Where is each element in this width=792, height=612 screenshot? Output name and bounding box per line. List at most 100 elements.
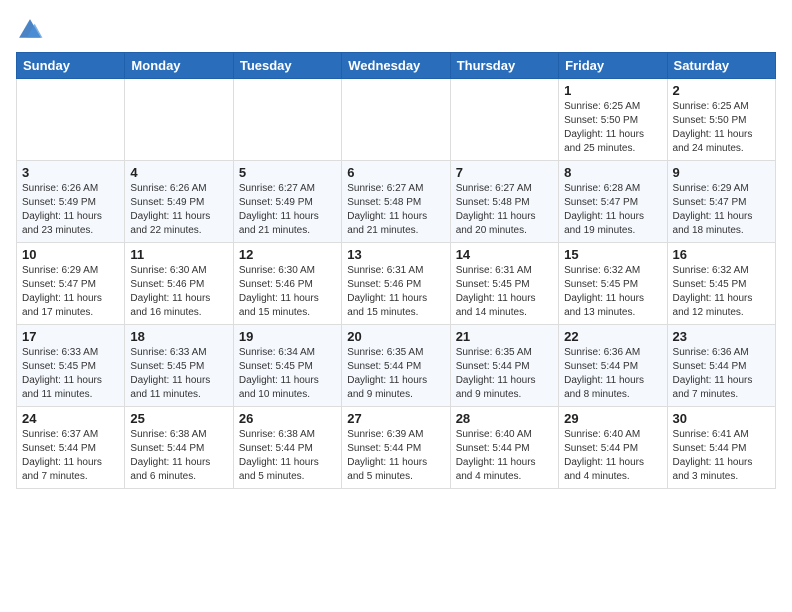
day-cell: 28 Sunrise: 6:40 AM Sunset: 5:44 PM Dayli… bbox=[450, 407, 558, 489]
day-info: Sunrise: 6:27 AM Sunset: 5:49 PM Dayligh… bbox=[239, 182, 336, 238]
day-cell: 3Sunrise: 6:26 AM Sunset: 5:49 PM Daylig… bbox=[17, 161, 125, 243]
day-info: Sunrise: 6:30 AM Sunset: 5:46 PM Dayligh… bbox=[130, 264, 227, 320]
day-number: 1 bbox=[564, 83, 661, 98]
week-row-3: 10 Sunrise: 6:29 AM Sunset: 5:47 PM Dayli… bbox=[17, 243, 776, 325]
day-cell: 5 Sunrise: 6:27 AM Sunset: 5:49 PM Daylig… bbox=[233, 161, 341, 243]
day-info: Sunrise: 6:28 AM Sunset: 5:47 PM Dayligh… bbox=[564, 182, 661, 238]
calendar: SundayMondayTuesdayWednesdayThursdayFrid… bbox=[16, 52, 776, 489]
day-cell: 8 Sunrise: 6:28 AM Sunset: 5:47 PM Daylig… bbox=[559, 161, 667, 243]
day-cell bbox=[342, 79, 450, 161]
day-number: 30 bbox=[673, 411, 770, 426]
day-info: Sunrise: 6:29 AM Sunset: 5:47 PM Dayligh… bbox=[673, 182, 770, 238]
day-number: 9 bbox=[673, 165, 770, 180]
day-cell: 7Sunrise: 6:27 AM Sunset: 5:48 PM Daylig… bbox=[450, 161, 558, 243]
day-number: 11 bbox=[130, 247, 227, 262]
day-cell: 30 Sunrise: 6:41 AM Sunset: 5:44 PM Dayli… bbox=[667, 407, 775, 489]
page: SundayMondayTuesdayWednesdayThursdayFrid… bbox=[0, 0, 792, 501]
day-info: Sunrise: 6:27 AM Sunset: 5:48 PM Dayligh… bbox=[456, 182, 553, 238]
day-info: Sunrise: 6:38 AM Sunset: 5:44 PM Dayligh… bbox=[239, 428, 336, 484]
day-cell: 4 Sunrise: 6:26 AM Sunset: 5:49 PM Daylig… bbox=[125, 161, 233, 243]
day-of-week-wednesday: Wednesday bbox=[342, 53, 450, 79]
day-info: Sunrise: 6:40 AM Sunset: 5:44 PM Dayligh… bbox=[564, 428, 661, 484]
day-cell: 26 Sunrise: 6:38 AM Sunset: 5:44 PM Dayli… bbox=[233, 407, 341, 489]
day-info: Sunrise: 6:27 AM Sunset: 5:48 PM Dayligh… bbox=[347, 182, 444, 238]
day-info: Sunrise: 6:26 AM Sunset: 5:49 PM Dayligh… bbox=[22, 182, 119, 238]
day-number: 5 bbox=[239, 165, 336, 180]
day-number: 28 bbox=[456, 411, 553, 426]
day-of-week-friday: Friday bbox=[559, 53, 667, 79]
day-info: Sunrise: 6:26 AM Sunset: 5:49 PM Dayligh… bbox=[130, 182, 227, 238]
day-of-week-tuesday: Tuesday bbox=[233, 53, 341, 79]
day-of-week-monday: Monday bbox=[125, 53, 233, 79]
day-cell bbox=[17, 79, 125, 161]
day-info: Sunrise: 6:34 AM Sunset: 5:45 PM Dayligh… bbox=[239, 346, 336, 402]
day-info: Sunrise: 6:32 AM Sunset: 5:45 PM Dayligh… bbox=[564, 264, 661, 320]
day-info: Sunrise: 6:37 AM Sunset: 5:44 PM Dayligh… bbox=[22, 428, 119, 484]
day-number: 26 bbox=[239, 411, 336, 426]
day-info: Sunrise: 6:25 AM Sunset: 5:50 PM Dayligh… bbox=[673, 100, 770, 156]
day-number: 27 bbox=[347, 411, 444, 426]
day-cell: 15 Sunrise: 6:32 AM Sunset: 5:45 PM Dayli… bbox=[559, 243, 667, 325]
day-info: Sunrise: 6:32 AM Sunset: 5:45 PM Dayligh… bbox=[673, 264, 770, 320]
day-number: 21 bbox=[456, 329, 553, 344]
day-number: 8 bbox=[564, 165, 661, 180]
day-number: 22 bbox=[564, 329, 661, 344]
logo bbox=[16, 16, 48, 44]
header-row: SundayMondayTuesdayWednesdayThursdayFrid… bbox=[17, 53, 776, 79]
day-number: 20 bbox=[347, 329, 444, 344]
day-cell: 11 Sunrise: 6:30 AM Sunset: 5:46 PM Dayli… bbox=[125, 243, 233, 325]
header bbox=[16, 16, 776, 44]
day-cell bbox=[450, 79, 558, 161]
week-row-2: 3Sunrise: 6:26 AM Sunset: 5:49 PM Daylig… bbox=[17, 161, 776, 243]
day-info: Sunrise: 6:40 AM Sunset: 5:44 PM Dayligh… bbox=[456, 428, 553, 484]
day-info: Sunrise: 6:35 AM Sunset: 5:44 PM Dayligh… bbox=[456, 346, 553, 402]
day-number: 25 bbox=[130, 411, 227, 426]
logo-icon bbox=[16, 16, 44, 44]
day-of-week-sunday: Sunday bbox=[17, 53, 125, 79]
day-number: 23 bbox=[673, 329, 770, 344]
day-info: Sunrise: 6:36 AM Sunset: 5:44 PM Dayligh… bbox=[673, 346, 770, 402]
day-number: 19 bbox=[239, 329, 336, 344]
day-cell: 6 Sunrise: 6:27 AM Sunset: 5:48 PM Daylig… bbox=[342, 161, 450, 243]
week-row-4: 17Sunrise: 6:33 AM Sunset: 5:45 PM Dayli… bbox=[17, 325, 776, 407]
week-row-5: 24 Sunrise: 6:37 AM Sunset: 5:44 PM Dayli… bbox=[17, 407, 776, 489]
day-cell: 19 Sunrise: 6:34 AM Sunset: 5:45 PM Dayli… bbox=[233, 325, 341, 407]
day-number: 10 bbox=[22, 247, 119, 262]
day-info: Sunrise: 6:29 AM Sunset: 5:47 PM Dayligh… bbox=[22, 264, 119, 320]
day-cell: 20 Sunrise: 6:35 AM Sunset: 5:44 PM Dayli… bbox=[342, 325, 450, 407]
day-info: Sunrise: 6:38 AM Sunset: 5:44 PM Dayligh… bbox=[130, 428, 227, 484]
day-info: Sunrise: 6:25 AM Sunset: 5:50 PM Dayligh… bbox=[564, 100, 661, 156]
day-cell: 9 Sunrise: 6:29 AM Sunset: 5:47 PM Daylig… bbox=[667, 161, 775, 243]
day-number: 6 bbox=[347, 165, 444, 180]
day-info: Sunrise: 6:39 AM Sunset: 5:44 PM Dayligh… bbox=[347, 428, 444, 484]
day-cell: 21 Sunrise: 6:35 AM Sunset: 5:44 PM Dayli… bbox=[450, 325, 558, 407]
week-row-1: 1 Sunrise: 6:25 AM Sunset: 5:50 PM Daylig… bbox=[17, 79, 776, 161]
day-cell: 23 Sunrise: 6:36 AM Sunset: 5:44 PM Dayli… bbox=[667, 325, 775, 407]
day-cell: 22Sunrise: 6:36 AM Sunset: 5:44 PM Dayli… bbox=[559, 325, 667, 407]
day-of-week-saturday: Saturday bbox=[667, 53, 775, 79]
day-of-week-thursday: Thursday bbox=[450, 53, 558, 79]
day-cell: 2 Sunrise: 6:25 AM Sunset: 5:50 PM Daylig… bbox=[667, 79, 775, 161]
day-number: 15 bbox=[564, 247, 661, 262]
day-number: 18 bbox=[130, 329, 227, 344]
calendar-header: SundayMondayTuesdayWednesdayThursdayFrid… bbox=[17, 53, 776, 79]
day-number: 2 bbox=[673, 83, 770, 98]
day-number: 24 bbox=[22, 411, 119, 426]
day-cell: 27 Sunrise: 6:39 AM Sunset: 5:44 PM Dayli… bbox=[342, 407, 450, 489]
day-number: 16 bbox=[673, 247, 770, 262]
day-cell bbox=[233, 79, 341, 161]
day-info: Sunrise: 6:31 AM Sunset: 5:46 PM Dayligh… bbox=[347, 264, 444, 320]
day-cell: 24 Sunrise: 6:37 AM Sunset: 5:44 PM Dayli… bbox=[17, 407, 125, 489]
calendar-body: 1 Sunrise: 6:25 AM Sunset: 5:50 PM Daylig… bbox=[17, 79, 776, 489]
day-cell: 1 Sunrise: 6:25 AM Sunset: 5:50 PM Daylig… bbox=[559, 79, 667, 161]
day-info: Sunrise: 6:41 AM Sunset: 5:44 PM Dayligh… bbox=[673, 428, 770, 484]
day-number: 12 bbox=[239, 247, 336, 262]
day-cell: 10 Sunrise: 6:29 AM Sunset: 5:47 PM Dayli… bbox=[17, 243, 125, 325]
day-cell: 13Sunrise: 6:31 AM Sunset: 5:46 PM Dayli… bbox=[342, 243, 450, 325]
day-number: 29 bbox=[564, 411, 661, 426]
day-info: Sunrise: 6:31 AM Sunset: 5:45 PM Dayligh… bbox=[456, 264, 553, 320]
day-number: 14 bbox=[456, 247, 553, 262]
day-number: 4 bbox=[130, 165, 227, 180]
day-info: Sunrise: 6:35 AM Sunset: 5:44 PM Dayligh… bbox=[347, 346, 444, 402]
day-cell: 12Sunrise: 6:30 AM Sunset: 5:46 PM Dayli… bbox=[233, 243, 341, 325]
